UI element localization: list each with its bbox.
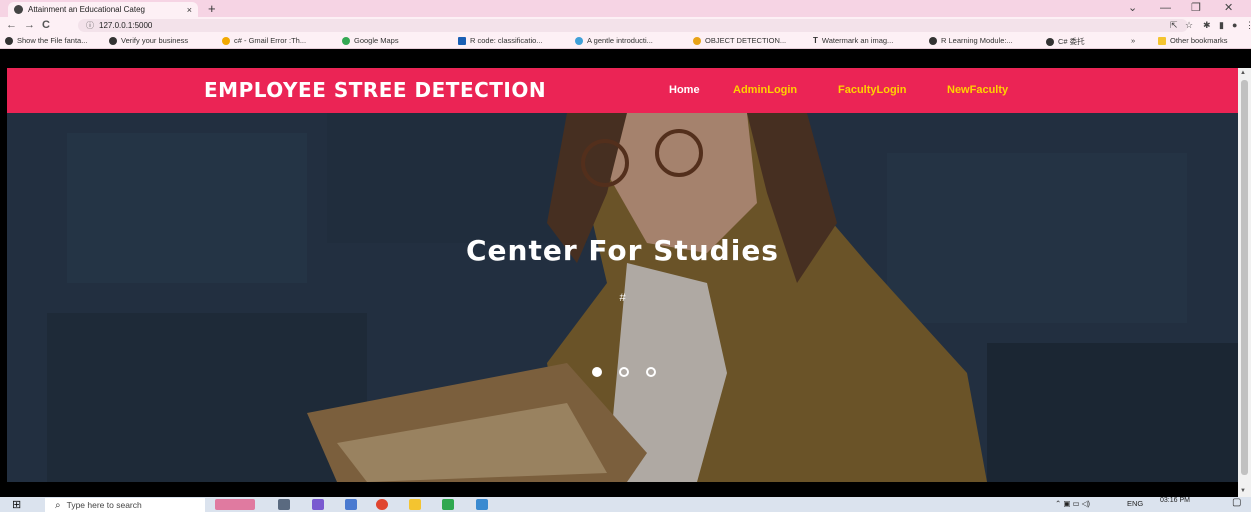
nav-new-faculty[interactable]: NewFaculty bbox=[947, 84, 1008, 96]
bookmark-item[interactable]: T Watermark an imag... bbox=[813, 36, 893, 45]
bookmark-item[interactable]: Verify your business bbox=[109, 36, 188, 45]
bookmark-item[interactable]: R code: classificatio... bbox=[458, 36, 543, 45]
nav-faculty-login[interactable]: FacultyLogin bbox=[838, 84, 906, 96]
hero-carousel: Center For Studies # bbox=[7, 113, 1238, 482]
chrome-icon[interactable] bbox=[376, 499, 388, 510]
bookmark-site-icon bbox=[458, 36, 466, 45]
task-view-icon[interactable] bbox=[278, 499, 290, 510]
nav-admin-login[interactable]: AdminLogin bbox=[733, 84, 797, 96]
bookmark-site-icon bbox=[575, 36, 583, 45]
pycharm-icon[interactable] bbox=[442, 499, 454, 510]
menu-kebab-icon[interactable]: ⋮ bbox=[1245, 19, 1251, 32]
notification-icon[interactable]: ▢ bbox=[1232, 497, 1241, 508]
pinterest-icon bbox=[5, 36, 13, 45]
hero-title: Center For Studies bbox=[466, 234, 779, 267]
carousel-dot[interactable] bbox=[592, 367, 602, 377]
bookmark-item[interactable]: R Learning Module:... bbox=[929, 36, 1013, 45]
windows-taskbar: ⊞ ⌕ Type here to search ⌃ ▣ ▭ ◁) ENG 03:… bbox=[0, 497, 1251, 512]
share-icon[interactable]: ⇱ bbox=[1170, 19, 1178, 32]
browser-tab[interactable]: Attainment an Educational Categ × bbox=[8, 2, 198, 17]
teams-icon[interactable] bbox=[312, 499, 324, 510]
carousel-dot[interactable] bbox=[646, 367, 656, 377]
carousel-dot[interactable] bbox=[619, 367, 629, 377]
tray-icons[interactable]: ⌃ ▣ ▭ ◁) bbox=[1055, 499, 1090, 508]
stackoverflow-icon bbox=[222, 36, 230, 45]
site-brand[interactable]: EMPLOYEE STREE DETECTION bbox=[204, 78, 546, 102]
bookmarks-overflow[interactable]: » bbox=[1131, 36, 1135, 45]
folder-icon bbox=[1158, 36, 1166, 45]
globe-icon bbox=[1046, 37, 1054, 46]
profile-avatar[interactable]: ● bbox=[1232, 19, 1237, 32]
back-arrow-icon[interactable]: ← bbox=[6, 18, 17, 33]
hero-link[interactable]: # bbox=[7, 292, 1238, 304]
close-window-button[interactable]: ✕ bbox=[1224, 1, 1233, 15]
scroll-thumb[interactable] bbox=[1241, 80, 1248, 475]
bookmark-item[interactable]: C# 委托 bbox=[1046, 36, 1085, 47]
file-explorer-icon[interactable] bbox=[409, 499, 421, 510]
reload-icon[interactable]: C bbox=[42, 18, 50, 33]
input-language[interactable]: ENG bbox=[1127, 499, 1143, 508]
side-panel-icon[interactable]: ▮ bbox=[1219, 19, 1224, 32]
search-icon: ⌕ bbox=[55, 499, 61, 511]
search-placeholder: Type here to search bbox=[66, 500, 142, 510]
address-bar[interactable]: ⓘ 127.0.0.1:5000 bbox=[78, 19, 1188, 32]
extensions-icon[interactable]: ✱ bbox=[1203, 19, 1211, 32]
bookmark-item[interactable]: c# - Gmail Error :Th... bbox=[222, 36, 306, 45]
url-text: 127.0.0.1:5000 bbox=[99, 21, 153, 30]
bookmarks-bar: Show the File fanta... Verify your busin… bbox=[0, 34, 1251, 49]
scroll-down-icon[interactable]: ▼ bbox=[1240, 488, 1246, 494]
browser-window: Attainment an Educational Categ × + ⌄ — … bbox=[0, 0, 1251, 512]
forward-arrow-icon[interactable]: → bbox=[24, 18, 35, 33]
minimize-button[interactable]: — bbox=[1160, 1, 1171, 15]
site-info-icon[interactable]: ⓘ bbox=[86, 20, 94, 31]
address-bar-row: ← → C ⓘ 127.0.0.1:5000 ⇱ ☆ ✱ ▮ ● ⋮ bbox=[0, 17, 1251, 34]
page-scrollbar[interactable]: ▲ ▼ bbox=[1238, 68, 1251, 498]
restore-button[interactable]: ❐ bbox=[1191, 1, 1201, 15]
bookmark-star-icon[interactable]: ☆ bbox=[1185, 19, 1193, 32]
app-icon[interactable] bbox=[345, 499, 357, 510]
app-icon[interactable] bbox=[476, 499, 488, 510]
news-widget-icon[interactable] bbox=[215, 499, 255, 510]
bookmark-site-icon bbox=[693, 36, 701, 45]
close-tab-icon[interactable]: × bbox=[187, 5, 192, 15]
windows-start-icon[interactable]: ⊞ bbox=[12, 499, 21, 511]
text-t-icon: T bbox=[813, 36, 818, 45]
tab-search-icon[interactable]: ⌄ bbox=[1128, 1, 1137, 15]
tab-strip: Attainment an Educational Categ × + ⌄ — … bbox=[0, 0, 1251, 17]
taskbar-clock[interactable]: 03:16 PM bbox=[1160, 497, 1190, 505]
taskbar-search[interactable]: ⌕ Type here to search bbox=[45, 498, 205, 512]
scroll-up-icon[interactable]: ▲ bbox=[1240, 70, 1246, 76]
tab-title: Attainment an Educational Categ bbox=[28, 5, 145, 14]
globe-icon bbox=[929, 36, 937, 45]
bookmark-item[interactable]: Show the File fanta... bbox=[5, 36, 87, 45]
bookmark-item[interactable]: A gentle introducti... bbox=[575, 36, 653, 45]
maps-pin-icon bbox=[342, 36, 350, 45]
other-bookmarks[interactable]: Other bookmarks bbox=[1158, 36, 1228, 45]
globe-icon bbox=[14, 5, 23, 14]
bookmark-item[interactable]: Google Maps bbox=[342, 36, 399, 45]
globe-icon bbox=[109, 36, 117, 45]
site-header: EMPLOYEE STREE DETECTION Home AdminLogin… bbox=[7, 68, 1238, 113]
bookmark-item[interactable]: OBJECT DETECTION... bbox=[693, 36, 786, 45]
new-tab-button[interactable]: + bbox=[208, 1, 216, 16]
nav-home[interactable]: Home bbox=[669, 84, 700, 96]
carousel-indicators bbox=[592, 367, 656, 377]
